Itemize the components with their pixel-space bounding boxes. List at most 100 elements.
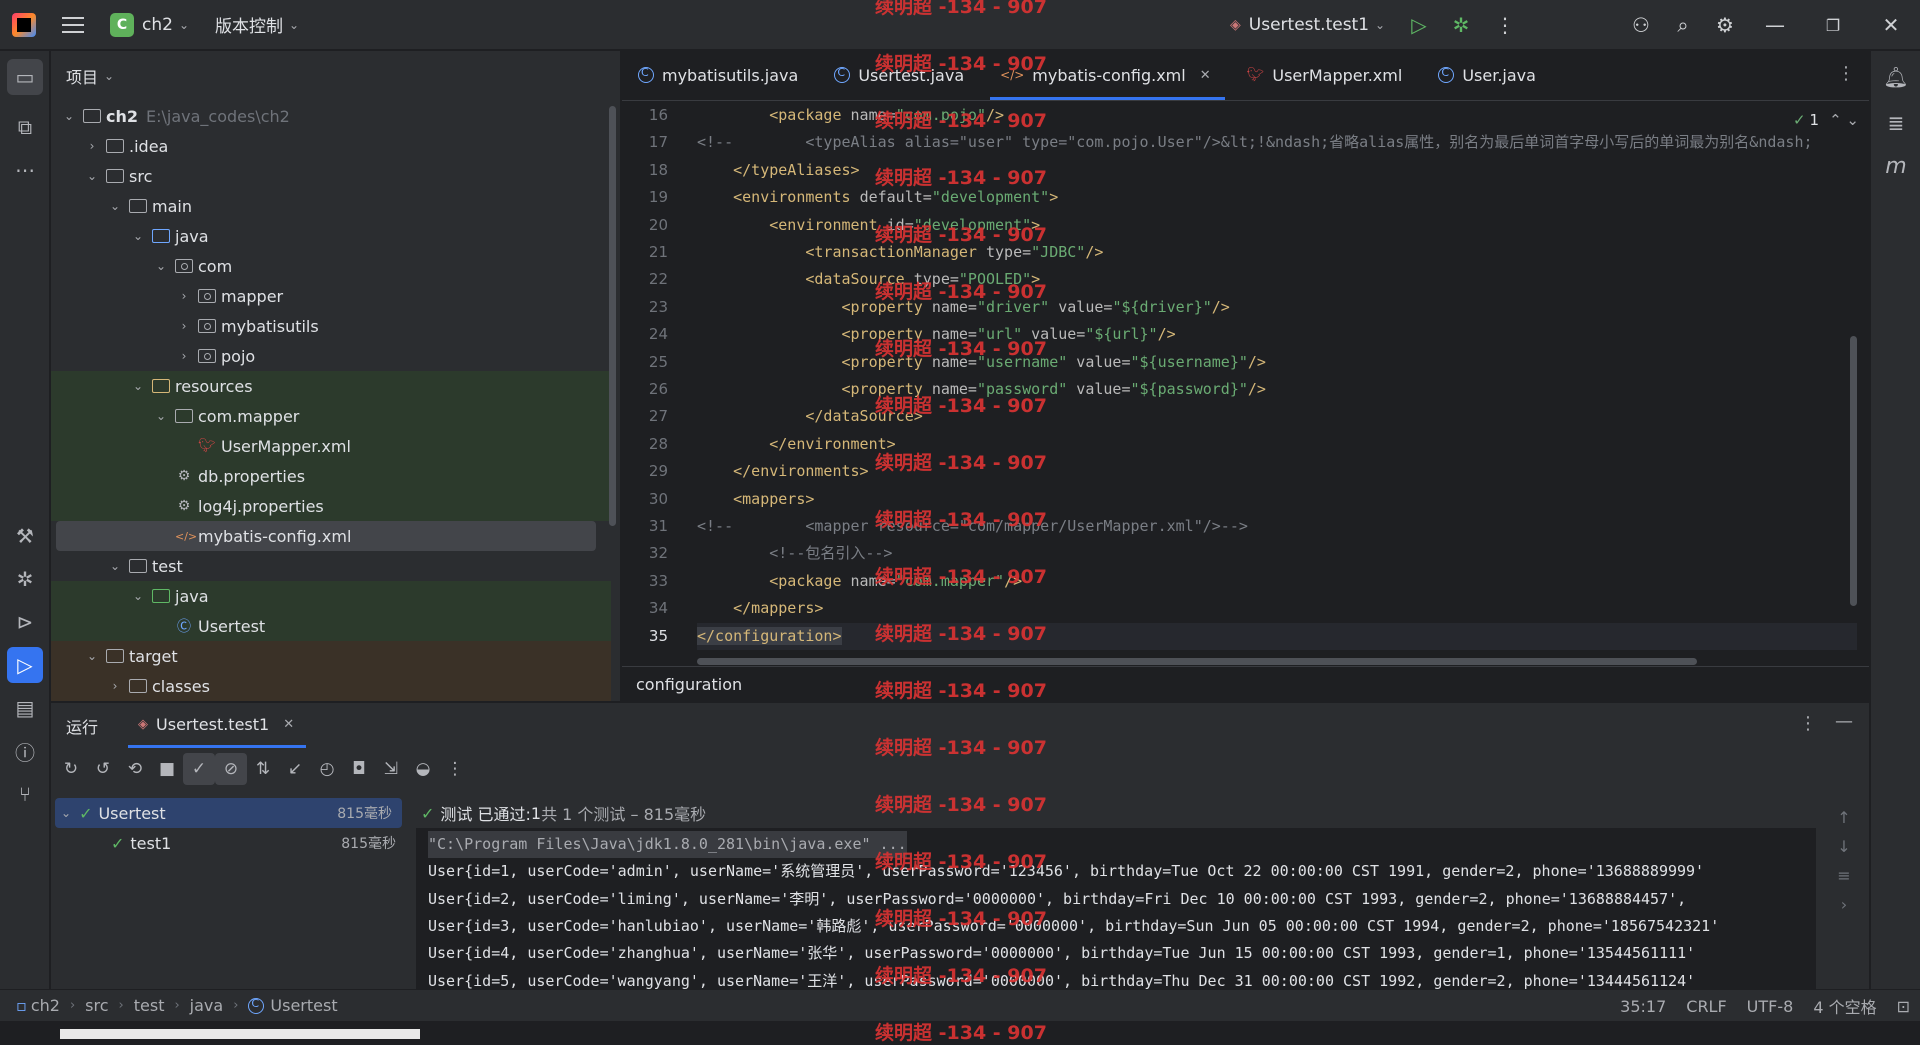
editor-breadcrumb[interactable]: configuration — [622, 666, 1869, 701]
code-line[interactable]: <property name="driver" value="${driver}… — [697, 294, 1230, 321]
code-line[interactable]: <property name="password" value="${passw… — [697, 376, 1266, 403]
path-crumb[interactable]: Usertest — [270, 996, 337, 1015]
stop-icon[interactable]: ■ — [151, 753, 183, 785]
minimize-icon[interactable]: — — [1746, 4, 1804, 46]
tree-node[interactable]: </> mybatis-config.xml — [56, 521, 596, 551]
code-line[interactable]: <dataSource type="POOLED"> — [697, 266, 1040, 293]
code-line[interactable]: <environment id="development"> — [697, 212, 1040, 239]
close-tab-icon[interactable]: ✕ — [1200, 68, 1211, 83]
code-line[interactable]: <package name="com.mapper"/> — [697, 568, 1022, 595]
project-tool-icon[interactable]: ▭ — [7, 59, 43, 95]
tree-node[interactable]: ⌄ java — [51, 221, 611, 251]
rerun-failed-icon[interactable]: ↺ — [87, 753, 119, 785]
tree-node[interactable]: › mybatisutils — [51, 311, 611, 341]
hide-panel-icon[interactable]: — — [1835, 711, 1853, 732]
code-line[interactable]: <environments default="development"> — [697, 184, 1058, 211]
test-node[interactable]: ⌄ ✓ Usertest 815毫秒 — [55, 798, 402, 828]
restore-icon[interactable]: ❐ — [1804, 4, 1862, 46]
toggle-auto-test-icon[interactable]: ⟲ — [119, 753, 151, 785]
chevron-down-icon[interactable]: ⌄ — [61, 806, 71, 820]
project-panel-header[interactable]: 项目 ⌄ — [51, 51, 620, 101]
code-line[interactable]: </dataSource> — [697, 403, 922, 430]
show-passed-icon[interactable]: ✓ — [183, 753, 215, 785]
code-line[interactable]: <transactionManager type="JDBC"/> — [697, 239, 1103, 266]
editor-horizontal-scrollbar[interactable] — [697, 658, 1697, 665]
chevron-right-icon[interactable]: › — [176, 349, 192, 363]
path-crumb[interactable]: ch2 — [31, 996, 60, 1015]
tree-node[interactable]: ⌄ test — [51, 551, 611, 581]
chevron-down-icon[interactable]: ⌄ — [153, 409, 169, 423]
console-output[interactable]: ✓ 测试 已通过: 1 共 1 个测试 – 815毫秒 "C:\Program … — [416, 798, 1816, 990]
lock-icon[interactable]: ⊡ — [1897, 997, 1910, 1016]
editor-tab[interactable]: </> mybatis-config.xml ✕ — [984, 50, 1230, 100]
expand-icon[interactable]: › — [1841, 895, 1847, 914]
tree-node[interactable]: › .idea — [51, 131, 611, 161]
scroll-down-icon[interactable]: ↓ — [1837, 837, 1850, 856]
code-line[interactable]: <mappers> — [697, 486, 814, 513]
soft-wrap-icon[interactable]: ≡ — [1837, 866, 1850, 885]
sort-alpha-icon[interactable]: ⇅ — [247, 753, 279, 785]
chevron-down-icon[interactable]: ⌄ — [107, 199, 123, 213]
tree-node[interactable]: › classes — [51, 671, 611, 701]
editor-tab[interactable]: 🐦︎ UserMapper.xml — [1231, 50, 1423, 100]
chevron-down-icon[interactable]: ⌄ — [130, 229, 146, 243]
tree-node[interactable]: ⌄ resources — [51, 371, 611, 401]
search-icon[interactable]: ⌕ — [1662, 4, 1704, 46]
chevron-down-icon[interactable]: ⌄ — [84, 169, 100, 183]
tree-node[interactable]: ⌄ target — [51, 641, 611, 671]
show-ignored-icon[interactable]: ⊘ — [215, 753, 247, 785]
rerun-icon[interactable]: ↻ — [55, 753, 87, 785]
run-tab[interactable]: ◈ Usertest.test1 ✕ — [128, 703, 307, 748]
tree-node[interactable]: ⚙ db.properties — [51, 461, 611, 491]
path-crumb[interactable]: test — [134, 996, 165, 1015]
tree-node[interactable]: Ⓒ Usertest — [51, 611, 611, 641]
terminal-tool-icon[interactable]: ▤ — [7, 690, 43, 726]
more-run-actions-icon[interactable]: ⋮ — [439, 753, 471, 785]
chevron-right-icon[interactable]: › — [176, 319, 192, 333]
tree-node[interactable]: ⌄ java — [51, 581, 611, 611]
tree-node[interactable]: › mapper — [51, 281, 611, 311]
editor-tab[interactable]: Usertest.java — [818, 50, 984, 100]
history-icon[interactable]: ◴ — [311, 753, 343, 785]
tree-node[interactable]: ⌄ ch2 E:\java_codes\ch2 — [51, 101, 611, 131]
tree-node[interactable]: ⌄ src — [51, 161, 611, 191]
editor-vertical-scrollbar[interactable] — [1850, 336, 1857, 606]
code-line[interactable]: </mappers> — [697, 595, 823, 622]
code-line[interactable]: <!--包名引入--> — [697, 540, 892, 567]
tree-node[interactable]: ⌄ main — [51, 191, 611, 221]
chevron-down-icon[interactable]: ⌄ — [130, 589, 146, 603]
code-line[interactable]: <!-- <mapper resource="com/mapper/UserMa… — [697, 513, 1248, 540]
tree-node[interactable]: ⌄ com.mapper — [51, 401, 611, 431]
vcs-menu[interactable]: 版本控制 ⌄ — [215, 0, 299, 50]
code-line[interactable]: </configuration> — [697, 622, 1857, 650]
tree-node[interactable]: ⚙ log4j.properties — [51, 491, 611, 521]
line-separator[interactable]: CRLF — [1686, 997, 1726, 1016]
caret-position[interactable]: 35:17 — [1620, 997, 1666, 1016]
chevron-down-icon[interactable]: ⌄ — [153, 259, 169, 273]
screenshot-icon[interactable]: ◘ — [343, 753, 375, 785]
scroll-up-icon[interactable]: ↑ — [1837, 808, 1850, 827]
settings-icon[interactable]: ⚙ — [1704, 4, 1746, 46]
more-actions-icon[interactable]: ⋮ — [1484, 4, 1526, 46]
chevron-down-icon[interactable]: ⌄ — [84, 649, 100, 663]
run-icon[interactable]: ▷ — [1398, 4, 1440, 46]
tabs-more-icon[interactable]: ⋮ — [1837, 63, 1855, 84]
notifications-icon[interactable]: 🔔︎ — [1878, 59, 1914, 95]
services-tool-icon[interactable]: ⊳ — [7, 604, 43, 640]
test-node[interactable]: ✓ test1 815毫秒 — [51, 828, 406, 858]
code-line[interactable]: <property name="username" value="${usern… — [697, 349, 1266, 376]
path-crumb[interactable]: java — [190, 996, 224, 1015]
run-tool-icon[interactable]: ▷ — [7, 647, 43, 683]
add-user-icon[interactable]: ⚇ — [1620, 4, 1662, 46]
chevron-down-icon[interactable]: ⌄ — [130, 379, 146, 393]
database-icon[interactable]: ≣ — [1878, 105, 1914, 141]
export-icon[interactable]: ⇲ — [375, 753, 407, 785]
code-line[interactable]: <!-- <typeAlias alias="user" type="com.p… — [697, 129, 1813, 156]
code-line[interactable]: </environments> — [697, 458, 868, 485]
chevron-right-icon[interactable]: › — [107, 679, 123, 693]
debug-icon[interactable]: ✲ — [1440, 4, 1482, 46]
close-window-icon[interactable]: ✕ — [1862, 4, 1920, 46]
path-crumb[interactable]: src — [85, 996, 108, 1015]
chevron-right-icon[interactable]: › — [84, 139, 100, 153]
chevron-right-icon[interactable]: › — [176, 289, 192, 303]
